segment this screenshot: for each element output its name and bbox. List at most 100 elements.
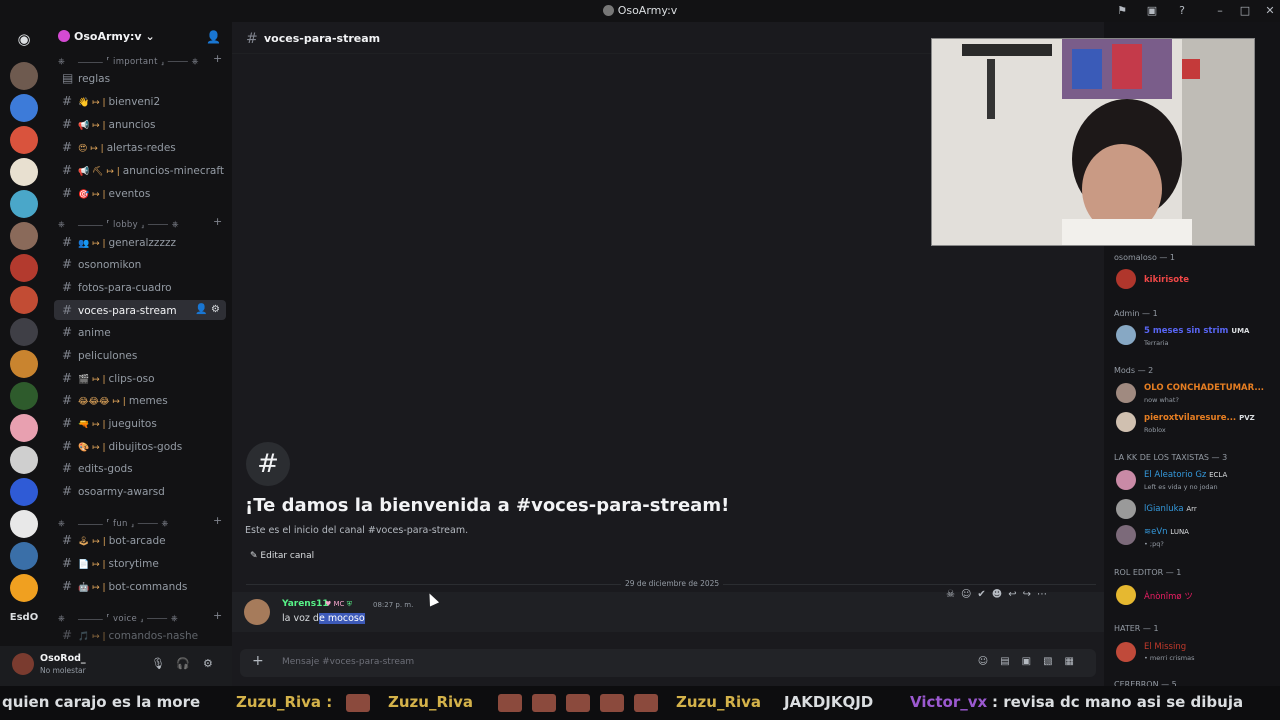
server-icon[interactable]: [10, 414, 38, 442]
reaction-emoji-icon[interactable]: ☺: [961, 589, 977, 600]
reaction-skull-icon[interactable]: ☠: [946, 589, 961, 600]
category-lobby[interactable]: ⎈ ⠀ ⸻ ⸢ lobby ⸥ ⸻ ⎈: [58, 218, 179, 230]
add-channel-icon[interactable]: +: [213, 609, 222, 622]
edit-channel-button[interactable]: ✎ Editar canal: [250, 551, 314, 561]
member-name[interactable]: kikirisote: [1144, 275, 1189, 285]
inbox-icon[interactable]: ⚑: [1114, 3, 1130, 19]
member-name[interactable]: 5 meses sin strim UMA: [1144, 326, 1249, 336]
microphone-icon[interactable]: 🎙: [151, 657, 165, 670]
channel-bot-commands[interactable]: # 🤖 ↦ | bot-commands: [54, 576, 226, 596]
server-icon[interactable]: [10, 286, 38, 314]
message-input[interactable]: Mensaje #voces-para-stream: [282, 657, 414, 667]
member-name[interactable]: OLO CONCHADETUMAR...: [1144, 383, 1264, 393]
avatar[interactable]: [1116, 412, 1136, 432]
channel-storytime[interactable]: # 📄 ↦ | storytime: [54, 553, 226, 573]
category-fun[interactable]: ⎈ ⠀ ⸻ ⸢ fun ⸥ ⸻ ⎈: [58, 517, 169, 529]
channel-comandos-nashe[interactable]: # 🎵 ↦ | comandos-nashe: [54, 625, 226, 645]
forward-icon[interactable]: ↪: [1023, 589, 1037, 600]
avatar[interactable]: [1116, 383, 1136, 403]
avatar[interactable]: [1116, 585, 1136, 605]
server-icon[interactable]: [10, 446, 38, 474]
server-icon-esdo[interactable]: EsdO: [8, 612, 40, 623]
hash-icon: #: [62, 303, 73, 317]
member-name[interactable]: lGianluka Arr: [1144, 504, 1197, 514]
channel-anuncios[interactable]: # 📢 ↦ | anuncios: [54, 114, 226, 134]
server-icon[interactable]: [10, 478, 38, 506]
add-channel-icon[interactable]: +: [213, 514, 222, 527]
discord-home-icon[interactable]: ◉: [12, 30, 36, 48]
channel-alertas-redes[interactable]: # 😍 ↦ | alertas-redes: [54, 137, 226, 157]
avatar[interactable]: [1116, 525, 1136, 545]
reaction-check-icon[interactable]: ✔: [977, 589, 991, 600]
channel-dibujitos-gods[interactable]: # 🎨 ↦ | dibujitos-gods: [54, 436, 226, 456]
screen-icon[interactable]: ▣: [1144, 3, 1160, 19]
avatar[interactable]: [1116, 269, 1136, 289]
server-icon[interactable]: [10, 254, 38, 282]
server-icon[interactable]: [10, 382, 38, 410]
avatar[interactable]: [1116, 470, 1136, 490]
close-button[interactable]: ✕: [1262, 3, 1278, 19]
member-name[interactable]: El Missing: [1144, 642, 1186, 652]
channel-peliculones[interactable]: # peliculones: [54, 345, 226, 365]
server-icon[interactable]: [10, 190, 38, 218]
channel-bot-arcade[interactable]: # 🕹 ↦ | bot-arcade: [54, 530, 226, 550]
server-icon[interactable]: [10, 574, 38, 602]
avatar[interactable]: [244, 599, 270, 625]
channel-memes[interactable]: # 😂😂😂 ↦ | memes: [54, 390, 226, 410]
channel-generalzzzzz[interactable]: # 👥 ↦ | generalzzzzz: [54, 232, 226, 252]
gift-icon[interactable]: ▦: [1065, 656, 1086, 667]
server-icon[interactable]: [10, 158, 38, 186]
channel-fotos-para-cuadro[interactable]: # fotos-para-cuadro: [54, 277, 226, 297]
more-icon[interactable]: ⋯: [1037, 589, 1053, 600]
attach-plus-icon[interactable]: +: [252, 653, 264, 669]
channel-edits-gods[interactable]: # edits-gods: [54, 458, 226, 478]
image-icon[interactable]: ▧: [1043, 656, 1064, 667]
emoji-icon[interactable]: ☺: [978, 656, 1000, 667]
server-icon[interactable]: [10, 94, 38, 122]
channel-clips-oso[interactable]: # 🎬 ↦ | clips-oso: [54, 368, 226, 388]
gear-icon[interactable]: ⚙: [211, 304, 220, 315]
invite-icon[interactable]: 👤: [206, 30, 221, 44]
avatar[interactable]: [1116, 642, 1136, 662]
channel-reglas[interactable]: ▤ reglas: [54, 68, 226, 88]
member-name[interactable]: El Aleatorio Gz ECLA: [1144, 470, 1227, 480]
channel-anime[interactable]: # anime: [54, 322, 226, 342]
category-voice[interactable]: ⎈ ⠀ ⸻ ⸢ voice ⸥ ⸻ ⎈: [58, 612, 178, 624]
channel-voces-para-stream[interactable]: # voces-para-stream 👤 ⚙: [54, 300, 226, 320]
server-icon[interactable]: [10, 350, 38, 378]
channel-bienveni2[interactable]: # 👋 ↦ | bienveni2: [54, 91, 226, 111]
reply-icon[interactable]: ↩: [1008, 589, 1022, 600]
server-name[interactable]: OsoArmy:v ⌄: [58, 30, 155, 43]
minimize-button[interactable]: –: [1212, 3, 1228, 19]
help-icon[interactable]: ?: [1174, 3, 1190, 19]
server-icon[interactable]: [10, 62, 38, 90]
headphones-icon[interactable]: 🎧: [176, 657, 190, 670]
add-reaction-icon[interactable]: ☻: [992, 589, 1008, 600]
member-name[interactable]: Ànònîmø ツ: [1144, 590, 1193, 602]
invite-member-icon[interactable]: 👤: [195, 304, 207, 315]
channel-osoarmy-awarsd[interactable]: # osoarmy-awarsd: [54, 481, 226, 501]
member-name[interactable]: ≋eVn LUNA: [1144, 527, 1189, 537]
member-name[interactable]: pieroxtvilaresure... PVZ: [1144, 413, 1255, 423]
server-icon[interactable]: [10, 222, 38, 250]
gear-icon[interactable]: ⚙: [203, 657, 213, 670]
add-channel-icon[interactable]: +: [213, 215, 222, 228]
channel-eventos[interactable]: # 🎯 ↦ | eventos: [54, 183, 226, 203]
hash-icon: #: [62, 140, 73, 154]
channel-osonomikon[interactable]: # osonomikon: [54, 254, 226, 274]
server-icon[interactable]: [10, 510, 38, 538]
category-important[interactable]: ⎈ ⠀ ⸻ ⸢ important ⸥ ⸻ ⎈: [58, 55, 199, 67]
sticker-icon[interactable]: ▣: [1022, 656, 1043, 667]
avatar[interactable]: [12, 653, 34, 675]
server-icon[interactable]: [10, 542, 38, 570]
server-icon[interactable]: [10, 318, 38, 346]
avatar[interactable]: [1116, 325, 1136, 345]
server-icon[interactable]: [10, 126, 38, 154]
maximize-button[interactable]: □: [1237, 3, 1253, 19]
message-author[interactable]: Yarens11: [282, 599, 329, 609]
avatar[interactable]: [1116, 499, 1136, 519]
gif-icon[interactable]: ▤: [1000, 656, 1021, 667]
add-channel-icon[interactable]: +: [213, 52, 222, 65]
channel-jueguitos[interactable]: # 🔫 ↦ | jueguitos: [54, 413, 226, 433]
channel-anuncios-minecraft[interactable]: # 📢 ⛏ ↦ | anuncios-minecraft: [54, 160, 226, 180]
